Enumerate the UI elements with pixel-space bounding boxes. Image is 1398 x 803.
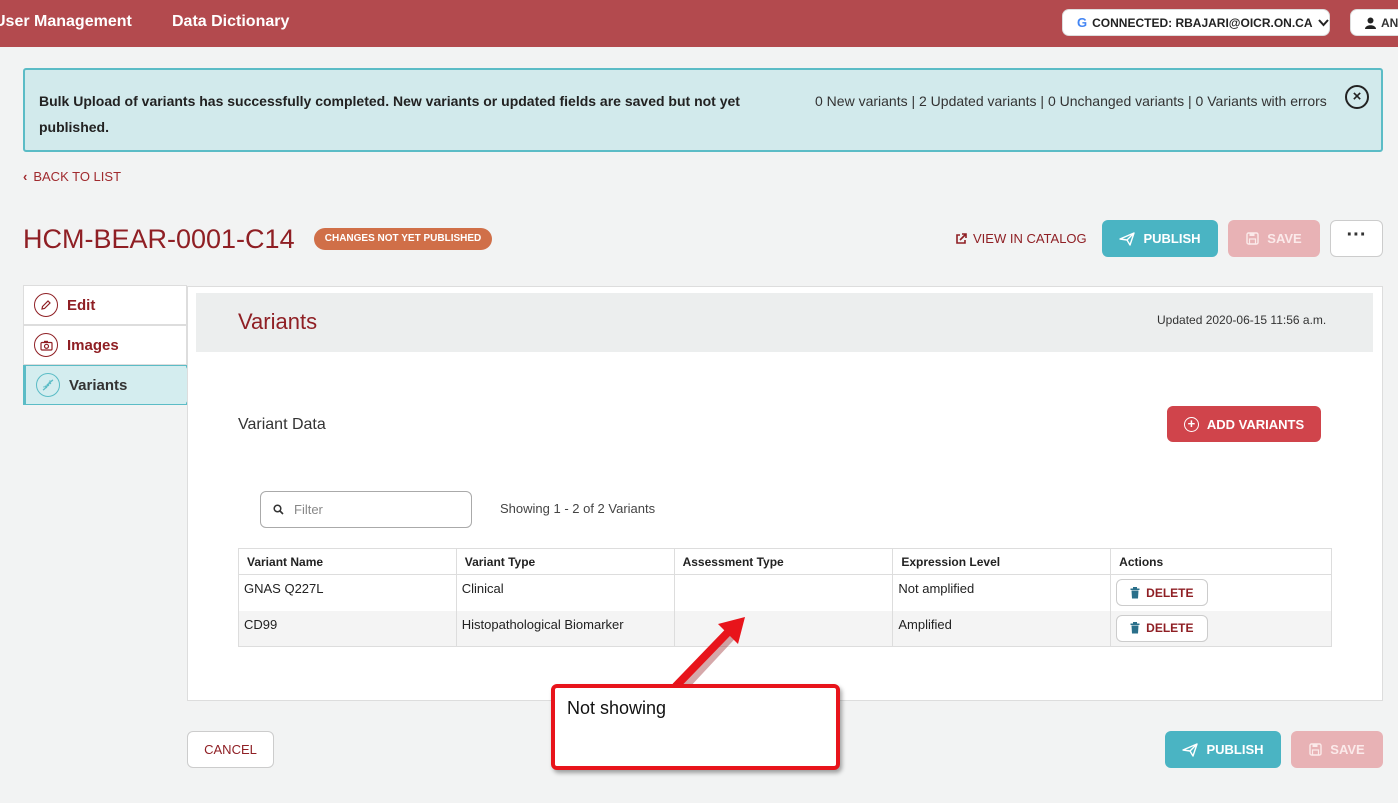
sidebar-item-label: Variants — [69, 376, 128, 394]
dna-icon — [36, 373, 60, 397]
nav-data-dictionary[interactable]: Data Dictionary — [172, 13, 289, 31]
variants-table: Variant Name Variant Type Assessment Typ… — [238, 548, 1332, 647]
view-in-catalog-link[interactable]: VIEW IN CATALOG — [955, 231, 1087, 246]
delete-button[interactable]: DELETE — [1116, 579, 1208, 606]
delete-button[interactable]: DELETE — [1116, 614, 1208, 642]
column-header[interactable]: Assessment Type — [673, 548, 894, 575]
updated-timestamp: Updated 2020-06-15 11:56 a.m. — [1157, 313, 1327, 327]
google-icon: G — [1077, 15, 1088, 30]
alert-counts: 0 New variants | 2 Updated variants | 0 … — [815, 93, 1327, 109]
expression-level-cell: Amplified — [892, 610, 1112, 647]
publish-label: PUBLISH — [1143, 231, 1201, 246]
paper-plane-icon — [1119, 231, 1136, 246]
publish-label: PUBLISH — [1206, 742, 1264, 757]
floppy-disk-icon — [1246, 232, 1259, 245]
save-label: SAVE — [1330, 742, 1365, 757]
annotation-callout: Not showing — [551, 684, 840, 770]
delete-label: DELETE — [1146, 585, 1194, 600]
save-label: SAVE — [1267, 231, 1302, 246]
sidebar-item-images[interactable]: Images — [23, 325, 187, 365]
variant-type-cell: Histopathological Biomarker — [455, 610, 675, 647]
results-count: Showing 1 - 2 of 2 Variants — [500, 501, 656, 516]
cancel-button[interactable]: CANCEL — [187, 731, 274, 768]
sidebar-item-label: Images — [67, 336, 119, 354]
view-in-catalog-label: VIEW IN CATALOG — [973, 231, 1087, 246]
column-header: Actions — [1110, 548, 1332, 575]
user-label: AN — [1381, 15, 1398, 30]
plus-circle-icon: + — [1183, 416, 1199, 432]
publish-button-footer[interactable]: PUBLISH — [1165, 731, 1281, 768]
add-variants-button[interactable]: + ADD VARIANTS — [1167, 406, 1321, 442]
table-row: CD99 Histopathological Biomarker Amplifi… — [238, 610, 1332, 647]
column-header[interactable]: Variant Name — [238, 548, 457, 575]
nav-user-management[interactable]: User Management — [0, 13, 132, 31]
variant-name-cell: CD99 — [238, 610, 457, 647]
save-button-footer[interactable]: SAVE — [1291, 731, 1383, 768]
more-options-button[interactable]: ··· — [1330, 220, 1383, 257]
panel-title: Variants — [238, 309, 318, 334]
column-header[interactable]: Variant Type — [455, 548, 675, 575]
close-icon[interactable]: × — [1345, 85, 1369, 109]
search-icon — [273, 504, 284, 515]
user-icon — [1365, 17, 1376, 29]
back-to-list-link[interactable]: ‹ BACK TO LIST — [23, 169, 121, 184]
actions-cell: DELETE — [1110, 610, 1332, 647]
filter-field[interactable] — [260, 491, 472, 528]
sidebar-item-edit[interactable]: Edit — [23, 285, 187, 325]
google-connection-dropdown[interactable]: G CONNECTED: RBAJARI@OICR.ON.CA — [1062, 9, 1330, 36]
filter-input[interactable] — [294, 502, 454, 517]
chevron-left-icon: ‹ — [23, 169, 28, 184]
publish-button[interactable]: PUBLISH — [1102, 220, 1218, 257]
alert-message: Bulk Upload of variants has successfully… — [39, 93, 740, 135]
add-variants-label: ADD VARIANTS — [1206, 416, 1305, 432]
page-title: HCM-BEAR-0001-C14 — [23, 224, 295, 254]
variant-type-cell: Clinical — [455, 574, 675, 611]
expression-level-cell: Not amplified — [892, 574, 1112, 611]
top-navbar: User Management Data Dictionary G CONNEC… — [0, 0, 1398, 47]
variant-name-cell: GNAS Q227L — [238, 574, 457, 611]
table-header-row: Variant Name Variant Type Assessment Typ… — [238, 548, 1332, 575]
column-header[interactable]: Expression Level — [892, 548, 1112, 575]
section-title: Variant Data — [238, 416, 326, 433]
sidebar-item-variants[interactable]: Variants — [23, 365, 187, 405]
trash-icon — [1130, 586, 1140, 598]
external-link-icon — [956, 232, 967, 244]
connected-label: CONNECTED: RBAJARI@OICR.ON.CA — [1092, 15, 1313, 30]
delete-label: DELETE — [1146, 621, 1194, 635]
actions-cell: DELETE — [1110, 574, 1332, 611]
bulk-upload-alert: Bulk Upload of variants has successfully… — [23, 68, 1383, 152]
table-row: GNAS Q227L Clinical Not amplified DELETE — [238, 574, 1332, 611]
pencil-icon — [34, 293, 58, 317]
save-button[interactable]: SAVE — [1228, 220, 1320, 257]
floppy-disk-icon — [1309, 743, 1322, 756]
annotation-text: Not showing — [567, 698, 667, 718]
status-badge: CHANGES NOT YET PUBLISHED — [314, 228, 492, 250]
chevron-down-icon — [1317, 18, 1329, 26]
assessment-type-cell — [673, 610, 894, 647]
trash-icon — [1130, 622, 1140, 634]
assessment-type-cell — [673, 574, 894, 611]
sidebar-item-label: Edit — [67, 296, 96, 314]
user-menu-button[interactable]: AN — [1350, 9, 1398, 36]
paper-plane-icon — [1182, 742, 1199, 757]
camera-icon — [34, 333, 58, 357]
back-to-list-label: BACK TO LIST — [33, 169, 122, 184]
